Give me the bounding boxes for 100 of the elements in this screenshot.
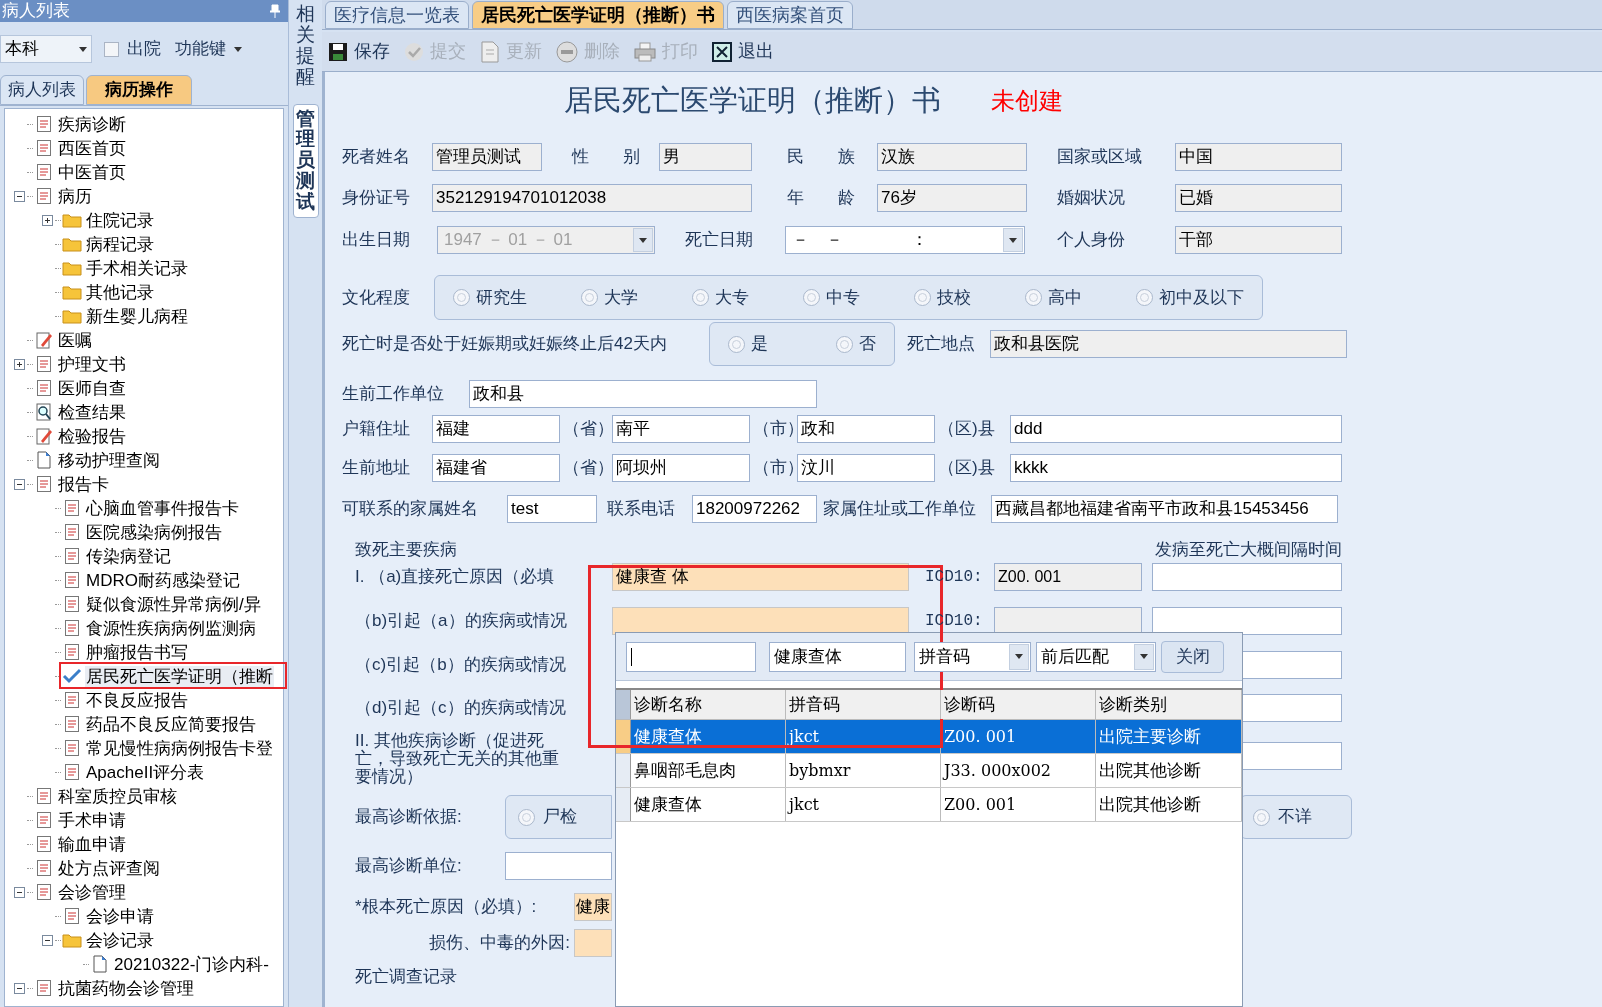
tree-item[interactable]: 新生婴儿病程: [85, 305, 189, 327]
tree-item[interactable]: 医院感染病例报告: [85, 521, 223, 543]
tree-item[interactable]: 食源性疾病病例监测病: [85, 617, 257, 639]
icd-code-field[interactable]: Z00. 001: [994, 563, 1142, 591]
tree-item[interactable]: 20210322-门诊内科-: [113, 953, 270, 975]
tree-item[interactable]: 科室质控员审核: [57, 785, 178, 807]
search-field[interactable]: [626, 641, 756, 672]
tree-item[interactable]: 传染病登记: [85, 545, 172, 567]
side-tab[interactable]: 管理员测试: [292, 103, 319, 218]
result-row[interactable]: 鼻咽部毛息肉 bybmxr J33. 000x002 出院其他诊断: [616, 754, 1242, 788]
column-header[interactable]: 诊断码: [941, 690, 1096, 719]
tree-item[interactable]: 输血申请: [57, 833, 127, 855]
radio-button[interactable]: [836, 335, 853, 353]
row-selector[interactable]: [616, 788, 631, 821]
radio-button[interactable]: [803, 289, 820, 306]
text-field[interactable]: 福建省: [432, 454, 560, 482]
function-menu[interactable]: 功能键: [175, 36, 242, 62]
tree-item[interactable]: 抗菌药物会诊管理: [57, 977, 195, 999]
text-field[interactable]: test: [507, 495, 597, 523]
document-tab[interactable]: 居民死亡医学证明（推断）书: [472, 1, 724, 29]
tree-item[interactable]: 中医首页: [57, 161, 127, 183]
text-field[interactable]: 南平: [612, 415, 750, 443]
row-selector[interactable]: [616, 754, 631, 787]
collapse-toggle[interactable]: [41, 934, 53, 946]
icd-code-field[interactable]: [994, 607, 1142, 635]
text-field[interactable]: [505, 852, 612, 880]
tree-item[interactable]: 疾病诊断: [57, 113, 127, 135]
pin-icon[interactable]: [270, 4, 280, 18]
radio-button[interactable]: [1136, 289, 1153, 306]
result-row[interactable]: 健康查体 jkct Z00. 001 出院主要诊断: [616, 720, 1242, 754]
text-field[interactable]: ddd: [1010, 415, 1342, 443]
tree-item[interactable]: 常见慢性病病例报告卡登: [85, 737, 274, 759]
collapse-toggle[interactable]: [13, 190, 25, 202]
tree-item[interactable]: 病程记录: [85, 233, 155, 255]
tree-item[interactable]: 不良反应报告: [85, 689, 189, 711]
collapse-toggle[interactable]: [13, 982, 25, 994]
text-field[interactable]: 76岁: [877, 184, 1027, 212]
tree-item[interactable]: 住院记录: [85, 209, 155, 231]
radio-button[interactable]: [1025, 289, 1042, 306]
text-field[interactable]: 政和: [797, 415, 935, 443]
radio-button[interactable]: [581, 289, 598, 306]
panel-tab[interactable]: 病历操作: [86, 75, 192, 105]
dropdown-button[interactable]: [1134, 643, 1154, 670]
tree-item[interactable]: 肿瘤报告书写: [85, 641, 189, 663]
tree-item[interactable]: 处方点评查阅: [57, 857, 161, 879]
tree-item[interactable]: 医嘱: [57, 329, 93, 351]
tree-item[interactable]: 护理文书: [57, 353, 127, 375]
tree-item[interactable]: 报告卡: [57, 473, 110, 495]
tree-item[interactable]: 心脑血管事件报告卡: [85, 497, 240, 519]
dropdown-button[interactable]: [1009, 643, 1029, 670]
interval-field[interactable]: [1152, 607, 1342, 635]
date-picker[interactable]: － － ：: [785, 226, 1025, 254]
text-field[interactable]: 干部: [1175, 226, 1342, 254]
text-field[interactable]: 已婚: [1175, 184, 1342, 212]
toolbar-button[interactable]: 退出: [712, 38, 774, 65]
text-field[interactable]: 福建: [432, 415, 560, 443]
panel-tab[interactable]: 病人列表: [0, 75, 84, 105]
text-field[interactable]: 西藏昌都地福建省南平市政和县15453456: [991, 495, 1338, 523]
close-button[interactable]: 关闭: [1161, 640, 1224, 673]
tree-item[interactable]: 药品不良反应简要报告: [85, 713, 257, 735]
tree-item[interactable]: 会诊记录: [85, 929, 155, 951]
tree-item[interactable]: 手术相关记录: [85, 257, 189, 279]
side-tab[interactable]: 相关提醒: [292, 0, 319, 92]
tree-item[interactable]: 手术申请: [57, 809, 127, 831]
expand-toggle[interactable]: [41, 214, 53, 226]
radio-button[interactable]: [453, 289, 470, 306]
text-field[interactable]: kkkk: [1010, 454, 1342, 482]
column-header[interactable]: 诊断名称: [631, 690, 786, 719]
tree-item[interactable]: 会诊管理: [57, 881, 127, 903]
text-field[interactable]: 管理员测试: [432, 143, 542, 171]
tree-item[interactable]: ApacheII评分表: [85, 761, 206, 783]
department-dropdown[interactable]: 本科: [0, 35, 92, 63]
column-header[interactable]: 拼音码: [786, 690, 941, 719]
radio-button[interactable]: [728, 335, 745, 353]
tree-item[interactable]: 医师自查: [57, 377, 127, 399]
tree-item[interactable]: MDRO耐药感染登记: [85, 569, 241, 591]
tree-item[interactable]: 检验报告: [57, 425, 127, 447]
column-header[interactable]: 诊断类别: [1096, 690, 1242, 719]
result-row[interactable]: 健康查体 jkct Z00. 001 出院其他诊断: [616, 788, 1242, 822]
expand-toggle[interactable]: [13, 358, 25, 370]
radio-button[interactable]: [692, 289, 709, 306]
interval-field[interactable]: [1152, 563, 1342, 591]
radio-button[interactable]: [1253, 808, 1270, 826]
tree-item[interactable]: 西医首页: [57, 137, 127, 159]
match-mode-dropdown[interactable]: 前后匹配: [1036, 641, 1156, 672]
tree-item[interactable]: 疑似食源性异常病例/异: [85, 593, 262, 615]
text-field[interactable]: 阿坝州: [612, 454, 750, 482]
checkbox[interactable]: [104, 41, 119, 57]
document-tab[interactable]: 西医病案首页: [727, 1, 853, 29]
match-field-dropdown[interactable]: 拼音码: [914, 641, 1031, 672]
tree-item[interactable]: 检查结果: [57, 401, 127, 423]
radio-button[interactable]: [518, 808, 535, 826]
row-selector[interactable]: [616, 720, 631, 753]
text-field[interactable]: 政和县: [469, 380, 817, 408]
text-field[interactable]: 中国: [1175, 143, 1342, 171]
diagnosis-field[interactable]: [612, 607, 909, 635]
text-field[interactable]: 男: [659, 143, 752, 171]
document-tab[interactable]: 医疗信息一览表: [325, 1, 469, 29]
collapse-toggle[interactable]: [13, 478, 25, 490]
text-field[interactable]: [574, 929, 612, 957]
